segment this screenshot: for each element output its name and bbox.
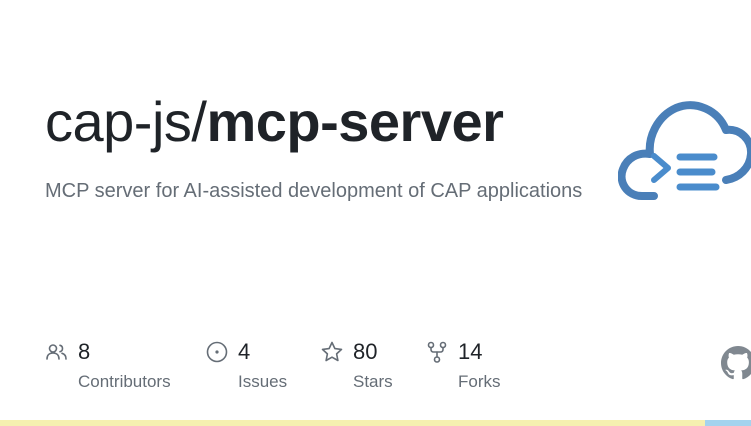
repo-description: MCP server for AI-assisted development o… <box>45 180 583 202</box>
repo-social-card: cap-js/mcp-server MCP server for AI-assi… <box>0 0 751 426</box>
forks-label: Forks <box>458 372 501 391</box>
contributors-label: Contributors <box>78 372 171 391</box>
people-icon <box>45 340 69 364</box>
stat-contributors[interactable]: 8 Contributors <box>45 340 171 392</box>
contributors-count: 8 <box>78 339 91 364</box>
issues-label: Issues <box>238 372 288 391</box>
stat-stars[interactable]: 80 Stars <box>320 340 393 392</box>
repo-forked-icon <box>425 340 449 364</box>
language-bar <box>0 420 751 426</box>
stars-label: Stars <box>353 372 393 391</box>
github-mark-icon <box>721 346 751 380</box>
stat-forks[interactable]: 14 Forks <box>425 340 501 392</box>
star-icon <box>320 340 344 364</box>
language-bar-segment-primary <box>0 420 705 426</box>
stat-issues[interactable]: 4 Issues <box>205 340 287 392</box>
forks-count: 14 <box>458 339 483 364</box>
cloud-terminal-icon <box>618 92 751 210</box>
stars-count: 80 <box>353 339 378 364</box>
repo-name: mcp-server <box>206 90 504 153</box>
issue-opened-icon <box>205 340 229 364</box>
language-bar-segment-secondary <box>705 420 751 426</box>
issues-count: 4 <box>238 339 251 364</box>
repo-title[interactable]: cap-js/mcp-server <box>45 88 504 156</box>
repo-owner: cap-js/ <box>45 90 207 153</box>
